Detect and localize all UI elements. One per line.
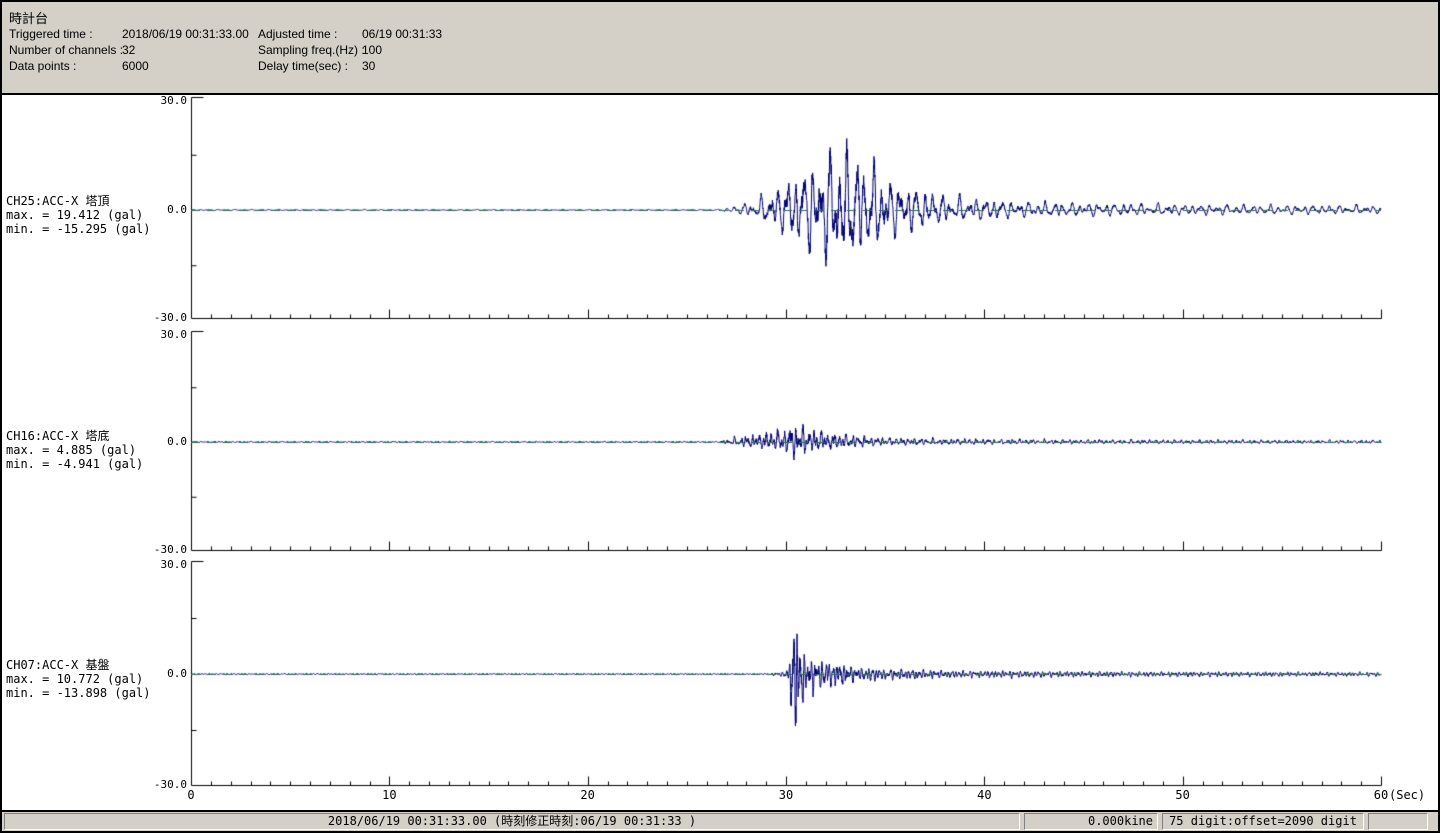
channel-min: min. = -13.898 (gal) — [6, 686, 151, 700]
y-tick-top-2: 30.0 — [2, 329, 187, 341]
header-row-1: Triggered time : 2018/06/19 00:31:33.00 … — [9, 27, 442, 42]
x-tick-0: 0 — [187, 788, 194, 802]
triggered-time-label: Triggered time : — [9, 27, 122, 42]
waveform-canvas — [2, 95, 1434, 810]
delay-time-label: Delay time(sec) : — [258, 59, 362, 74]
header: 時計台 Triggered time : 2018/06/19 00:31:33… — [2, 2, 1438, 93]
y-tick-top-3: 30.0 — [2, 559, 187, 571]
x-tick-10: 10 — [382, 788, 396, 802]
x-tick-50: 50 — [1175, 788, 1189, 802]
x-tick-30: 30 — [779, 788, 793, 802]
data-points-label: Data points : — [9, 59, 122, 74]
app-title: 時計台 — [9, 8, 48, 27]
header-row-3: Data points : 6000 Delay time(sec) : 30 — [9, 59, 375, 74]
y-tick-bottom-3: -30.0 — [2, 779, 187, 791]
x-tick-60: 60 — [1374, 788, 1388, 802]
channel-min: min. = -4.941 (gal) — [6, 457, 143, 471]
channel-count-value: 32 — [122, 43, 258, 58]
header-row-2: Number of channels : 32 Sampling freq.(H… — [9, 43, 382, 58]
status-bar: 2018/06/19 00:31:33.00 (時刻修正時刻:06/19 00:… — [2, 812, 1438, 831]
y-tick-zero-1: 0.0 — [2, 204, 187, 216]
status-datetime: 2018/06/19 00:31:33.00 (時刻修正時刻:06/19 00:… — [4, 813, 1020, 830]
plot-area: CH25:ACC-X 塔頂max. = 19.412 (gal)min. = -… — [2, 93, 1438, 812]
y-tick-zero-2: 0.0 — [2, 436, 187, 448]
y-tick-top-1: 30.0 — [2, 95, 187, 107]
adjusted-time-label: Adjusted time : — [258, 27, 362, 42]
status-digit-info: 75 digit:offset=2090 digit — [1162, 813, 1364, 830]
delay-time-value: 30 — [362, 59, 375, 74]
sampling-freq-label: Sampling freq.(Hz) : — [258, 43, 362, 58]
x-axis-unit: (Sec) — [1389, 788, 1425, 802]
y-tick-bottom-2: -30.0 — [2, 544, 187, 556]
app-window: 時計台 Triggered time : 2018/06/19 00:31:33… — [0, 0, 1440, 833]
y-tick-zero-3: 0.0 — [2, 668, 187, 680]
adjusted-time-value: 06/19 00:31:33 — [362, 27, 442, 42]
x-tick-40: 40 — [977, 788, 991, 802]
data-points-value: 6000 — [122, 59, 258, 74]
channel-min: min. = -15.295 (gal) — [6, 222, 151, 236]
sampling-freq-value: 100 — [362, 43, 382, 58]
y-tick-bottom-1: -30.0 — [2, 312, 187, 324]
triggered-time-value: 2018/06/19 00:31:33.00 — [122, 27, 258, 42]
channel-count-label: Number of channels : — [9, 43, 122, 58]
status-empty-cell — [1368, 813, 1428, 830]
x-tick-20: 20 — [580, 788, 594, 802]
status-kine-value: 0.000kine — [1024, 813, 1158, 830]
